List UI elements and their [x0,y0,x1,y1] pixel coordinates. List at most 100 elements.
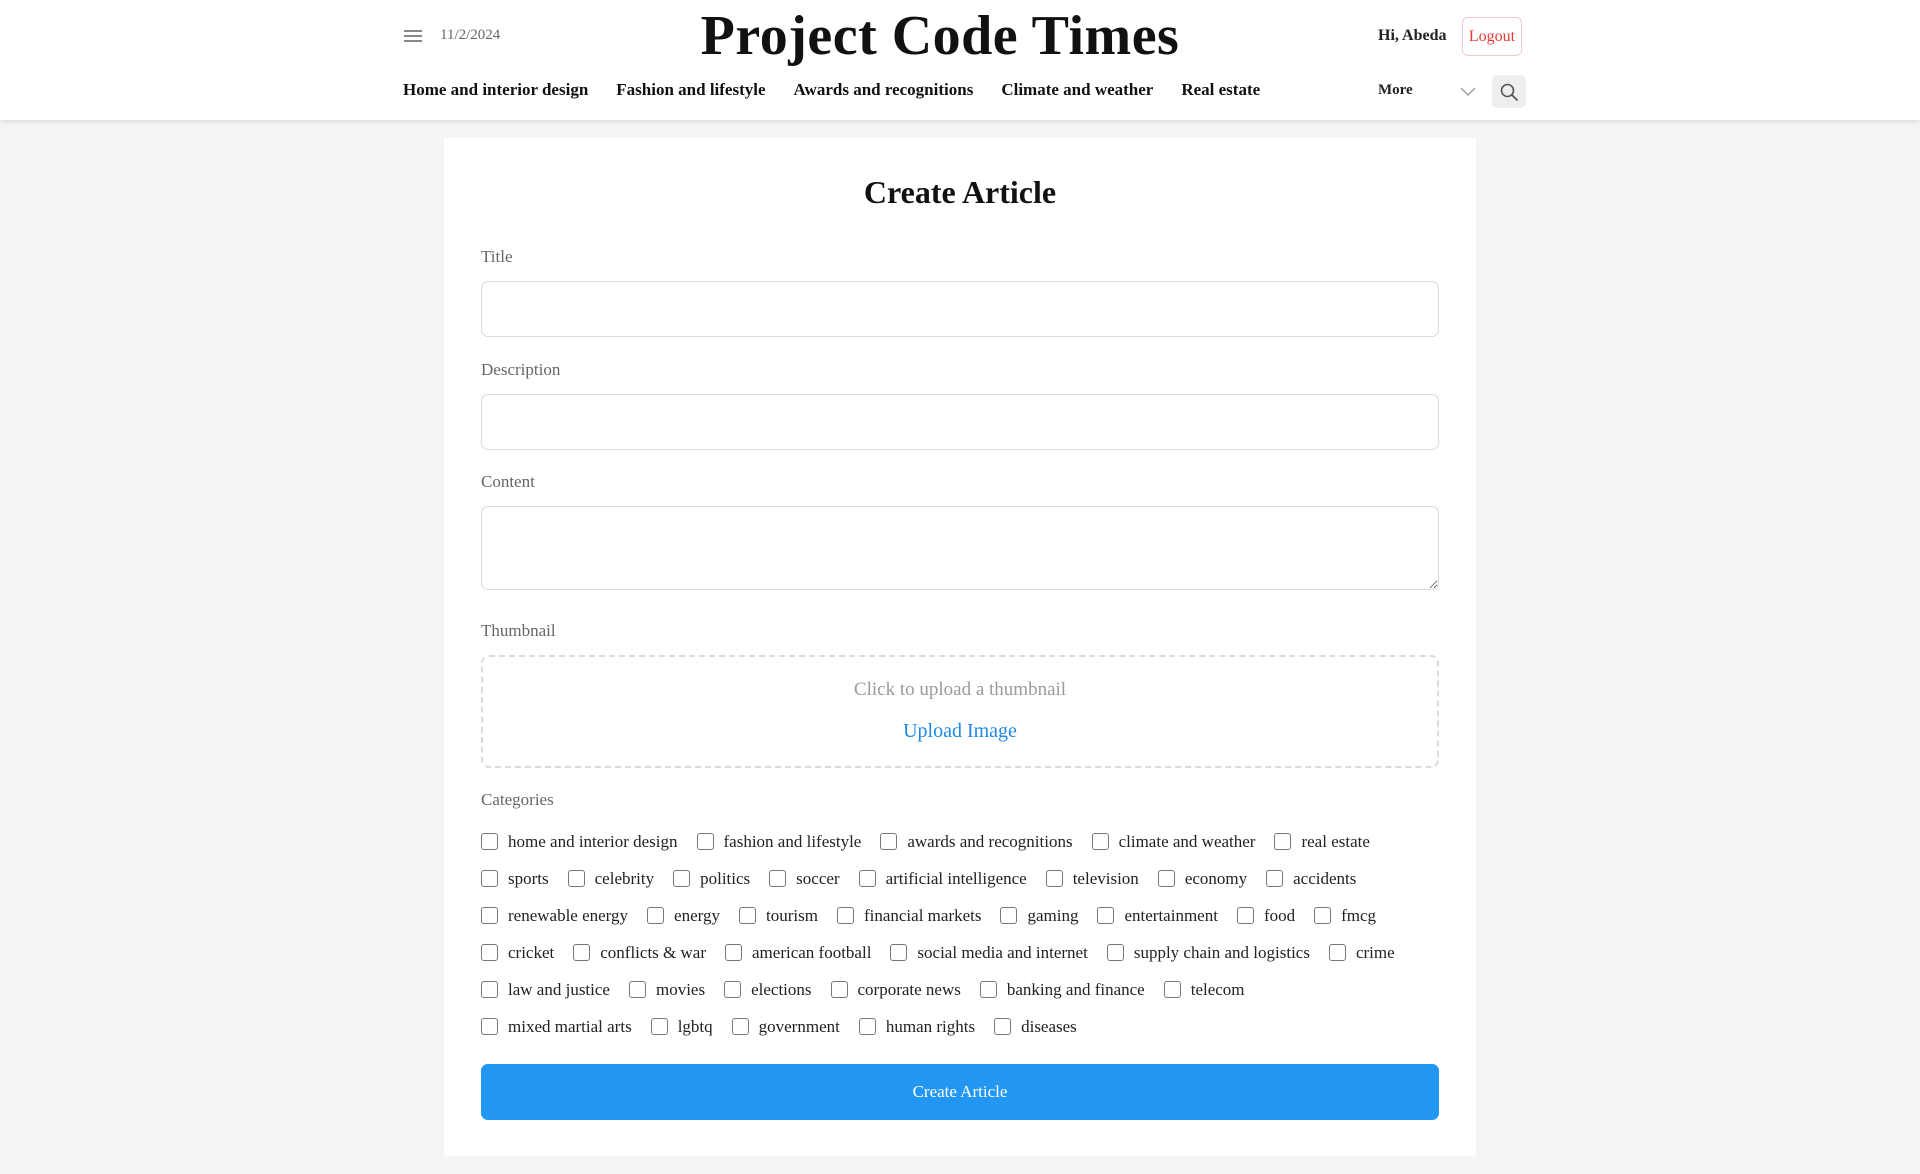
category-option[interactable]: telecom [1163,979,1245,1000]
search-button[interactable] [1492,75,1526,108]
nav-item-awards-and-recognitions[interactable]: Awards and recognitions [794,80,974,104]
category-option[interactable]: financial markets [836,905,982,926]
category-checkbox[interactable] [650,1018,668,1035]
category-checkbox[interactable] [1266,870,1284,887]
category-checkbox[interactable] [696,833,714,850]
category-checkbox[interactable] [890,944,908,961]
nav-item-fashion-and-lifestyle[interactable]: Fashion and lifestyle [616,80,765,104]
category-option[interactable]: politics [673,869,750,889]
category-option[interactable]: corporate news [830,980,961,1000]
category-option[interactable]: television [1045,869,1139,889]
category-option[interactable]: government [731,1017,840,1037]
category-checkbox[interactable] [1091,833,1109,850]
category-option[interactable]: food [1236,906,1295,926]
category-option[interactable]: entertainment [1097,906,1218,926]
chevron-down-icon[interactable] [1458,84,1478,98]
category-option[interactable]: movies [628,979,706,1000]
category-checkbox[interactable] [739,907,756,924]
category-option[interactable]: social media and internet [890,943,1088,963]
category-option[interactable]: law and justice [481,980,610,1000]
category-checkbox[interactable] [673,870,691,887]
category-checkbox[interactable] [979,981,997,998]
category-option[interactable]: awards and recognitions [880,831,1073,852]
category-option[interactable]: crime [1328,943,1395,963]
category-checkbox[interactable] [725,944,742,961]
category-option[interactable]: mixed martial arts [481,1017,632,1037]
category-option[interactable]: cricket [481,943,554,963]
category-option[interactable]: home and interior design [481,832,678,852]
category-option[interactable]: tourism [739,906,818,926]
category-checkbox[interactable] [481,870,498,887]
category-checkbox[interactable] [830,981,848,998]
category-checkbox[interactable] [481,833,498,850]
category-checkbox[interactable] [1045,870,1063,887]
category-checkbox[interactable] [481,981,498,998]
category-option[interactable]: elections [724,980,812,1000]
category-option[interactable]: economy [1157,869,1247,889]
category-checkbox[interactable] [858,1018,876,1035]
category-checkbox[interactable] [481,944,498,961]
category-option[interactable]: energy [647,906,720,926]
logout-button[interactable]: Logout [1462,17,1522,56]
category-label: renewable energy [508,905,629,925]
category-checkbox[interactable] [481,1018,498,1035]
category-checkbox[interactable] [1000,907,1018,924]
category-checkbox[interactable] [724,981,742,998]
category-checkbox[interactable] [880,833,898,850]
category-checkbox[interactable] [567,870,585,887]
category-checkbox[interactable] [1157,870,1175,887]
category-option[interactable]: fashion and lifestyle [696,832,861,852]
categories-list: home and interior design fashion and life… [481,823,1439,1045]
category-label: movies [655,979,706,999]
category-checkbox[interactable] [1106,944,1124,961]
category-checkbox[interactable] [481,907,498,924]
category-option[interactable]: sports [481,869,549,889]
upload-image-link[interactable]: Upload Image [483,720,1437,743]
category-checkbox[interactable] [994,1018,1012,1035]
nav-item-climate-and-weather[interactable]: Climate and weather [1001,80,1153,104]
nav-item-home-and-interior-design[interactable]: Home and interior design [403,80,588,104]
site-title[interactable]: Project Code Times [0,4,1880,68]
category-option[interactable]: lgbtq [650,1017,713,1037]
description-input[interactable] [481,394,1439,450]
category-checkbox[interactable] [573,944,591,961]
category-option[interactable]: soccer [769,869,840,889]
category-option[interactable]: banking and finance [979,980,1145,1000]
category-checkbox[interactable] [1328,944,1346,961]
category-checkbox[interactable] [731,1018,749,1035]
category-checkbox[interactable] [858,870,876,887]
nav-more[interactable]: More [1378,82,1413,99]
create-article-button[interactable]: Create Article [481,1064,1439,1120]
title-input[interactable] [481,281,1439,337]
category-option[interactable]: real estate [1274,832,1370,852]
category-option[interactable]: american football [725,943,871,963]
category-checkbox[interactable] [1314,907,1332,924]
category-option[interactable]: fmcg [1314,906,1376,926]
category-option[interactable]: accidents [1266,869,1356,889]
category-label: law and justice [508,979,610,999]
category-checkbox[interactable] [1163,981,1181,998]
category-option[interactable]: supply chain and logistics [1106,943,1310,963]
nav-item-real-estate[interactable]: Real estate [1181,80,1260,104]
category-option[interactable]: conflicts & war [573,943,706,963]
category-label: human rights [885,1016,976,1036]
category-checkbox[interactable] [1236,907,1254,924]
category-option[interactable]: artificial intelligence [858,869,1027,889]
category-option[interactable]: renewable energy [481,906,628,926]
category-label: telecom [1190,979,1245,999]
category-label: financial markets [863,905,982,925]
category-option[interactable]: human rights [858,1016,976,1037]
category-checkbox[interactable] [836,907,854,924]
category-checkbox[interactable] [769,870,787,887]
category-checkbox[interactable] [647,907,665,924]
category-label: awards and recognitions [907,831,1073,851]
thumbnail-dropzone[interactable]: Click to upload a thumbnail Upload Image [481,655,1439,768]
category-option[interactable]: celebrity [567,869,654,889]
category-checkbox[interactable] [1274,833,1292,850]
category-checkbox[interactable] [1097,907,1115,924]
category-option[interactable]: gaming [1000,906,1078,926]
category-option[interactable]: climate and weather [1091,832,1255,852]
category-option[interactable]: diseases [994,1017,1077,1037]
category-checkbox[interactable] [628,981,646,998]
content-textarea[interactable] [481,506,1439,590]
